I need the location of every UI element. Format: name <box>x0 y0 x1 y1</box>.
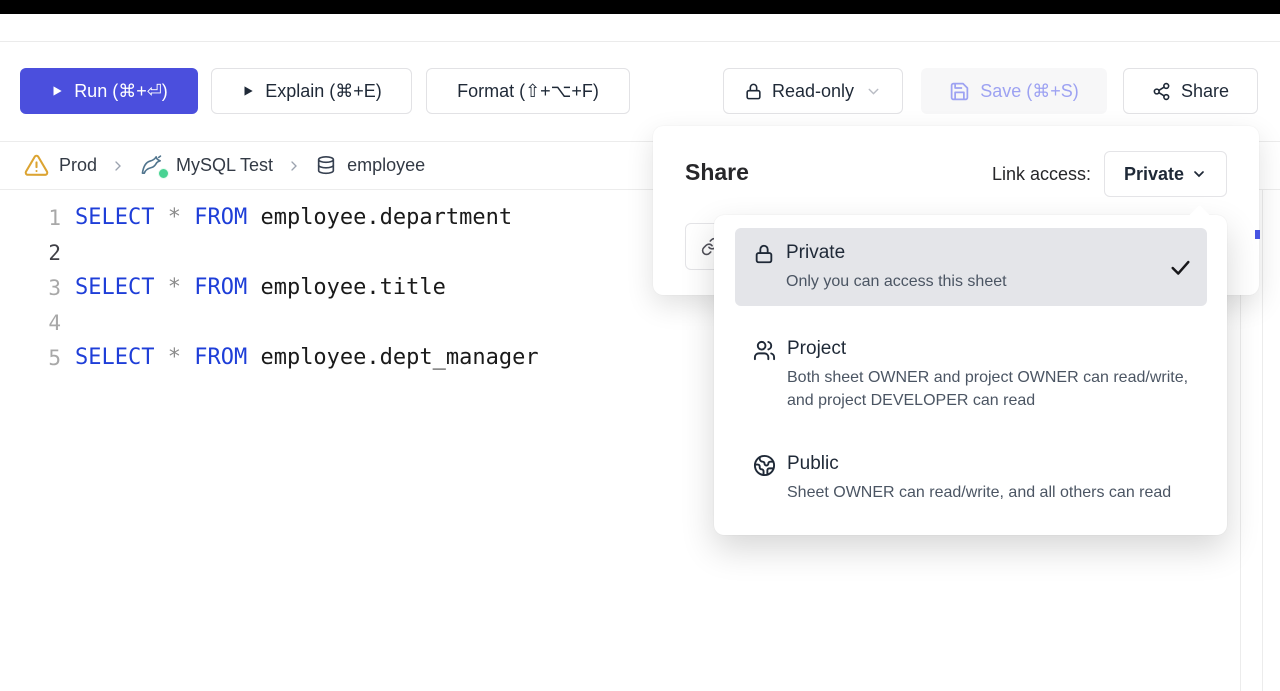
menu-item-description: Sheet OWNER can read/write, and all othe… <box>787 481 1171 504</box>
sql-keyword: FROM <box>194 345 260 370</box>
link-access-dropdown[interactable]: Private <box>1104 151 1227 197</box>
format-button[interactable]: Format (⇧+⌥+F) <box>426 68 630 114</box>
save-icon <box>949 81 970 102</box>
menu-item-title: Private <box>786 241 1007 265</box>
code-line: 1 SELECT * FROM employee.department <box>0 200 650 235</box>
chevron-down-icon <box>865 83 882 100</box>
share-popover-title: Share <box>685 159 749 186</box>
sql-keyword: FROM <box>194 275 260 300</box>
globe-icon <box>753 454 776 477</box>
share-icon <box>1152 82 1171 101</box>
explain-button[interactable]: Explain (⌘+E) <box>211 68 412 114</box>
link-access-label: Link access: <box>992 164 1091 185</box>
menu-item-title: Public <box>787 452 1171 476</box>
sql-operator: * <box>168 275 195 300</box>
link-access-value: Private <box>1124 164 1184 185</box>
chevron-right-icon <box>286 158 302 174</box>
sql-operator: * <box>168 205 195 230</box>
menu-item-description: Both sheet OWNER and project OWNER can r… <box>787 366 1193 412</box>
sql-identifier: employee.department <box>260 205 512 230</box>
run-button[interactable]: Run (⌘+⏎) <box>20 68 198 114</box>
format-label: Format (⇧+⌥+F) <box>457 81 599 102</box>
lock-icon <box>744 82 763 101</box>
menu-item-public[interactable]: Public Sheet OWNER can read/write, and a… <box>735 441 1207 515</box>
line-number: 5 <box>0 346 61 370</box>
check-icon <box>1168 255 1193 280</box>
text-caret <box>1255 230 1260 239</box>
environment-label: Prod <box>59 155 97 176</box>
play-icon <box>241 84 255 98</box>
sql-editor[interactable]: 1 SELECT * FROM employee.department 2 3 … <box>0 200 650 375</box>
warning-icon <box>24 153 49 178</box>
breadcrumb-environment[interactable]: Prod <box>24 153 97 178</box>
sql-operator: * <box>168 345 195 370</box>
line-number: 3 <box>0 276 61 300</box>
top-bar <box>0 0 1280 14</box>
code-line: 2 <box>0 235 650 270</box>
line-number: 1 <box>0 206 61 230</box>
lock-icon <box>753 243 775 265</box>
menu-item-project[interactable]: Project Both sheet OWNER and project OWN… <box>735 326 1207 423</box>
menu-item-description: Only you can access this sheet <box>786 270 1007 293</box>
readonly-label: Read-only <box>772 81 854 102</box>
sql-identifier: employee.dept_manager <box>260 345 538 370</box>
database-icon <box>315 155 337 177</box>
menu-item-title: Project <box>787 337 1193 361</box>
instance-status-dot <box>158 168 169 179</box>
panel-divider <box>1262 142 1263 691</box>
explain-label: Explain (⌘+E) <box>265 81 382 102</box>
save-button: Save (⌘+S) <box>921 68 1107 114</box>
chevron-down-icon <box>1191 166 1207 182</box>
code-line: 5 SELECT * FROM employee.dept_manager <box>0 340 650 375</box>
code-line: 3 SELECT * FROM employee.title <box>0 270 650 305</box>
sql-keyword: SELECT <box>75 205 168 230</box>
sql-keyword: FROM <box>194 205 260 230</box>
sql-keyword: SELECT <box>75 275 168 300</box>
database-label: employee <box>347 155 425 176</box>
breadcrumb-instance[interactable]: MySQL Test <box>139 154 273 177</box>
chevron-right-icon <box>110 158 126 174</box>
line-number-active: 2 <box>0 241 61 265</box>
instance-label: MySQL Test <box>176 155 273 176</box>
breadcrumb-database[interactable]: employee <box>315 155 425 177</box>
share-label: Share <box>1181 81 1229 102</box>
line-number: 4 <box>0 311 61 335</box>
run-label: Run (⌘+⏎) <box>74 81 168 102</box>
link-access-menu: Private Only you can access this sheet P… <box>714 215 1227 535</box>
share-button[interactable]: Share <box>1123 68 1258 114</box>
play-icon <box>50 84 64 98</box>
menu-item-private[interactable]: Private Only you can access this sheet <box>735 228 1207 306</box>
code-line: 4 <box>0 305 650 340</box>
save-label: Save (⌘+S) <box>980 81 1079 102</box>
toolbar-divider <box>0 41 1280 42</box>
users-icon <box>753 339 776 362</box>
sql-keyword: SELECT <box>75 345 168 370</box>
readonly-mode-dropdown[interactable]: Read-only <box>723 68 903 114</box>
sql-identifier: employee.title <box>260 275 445 300</box>
